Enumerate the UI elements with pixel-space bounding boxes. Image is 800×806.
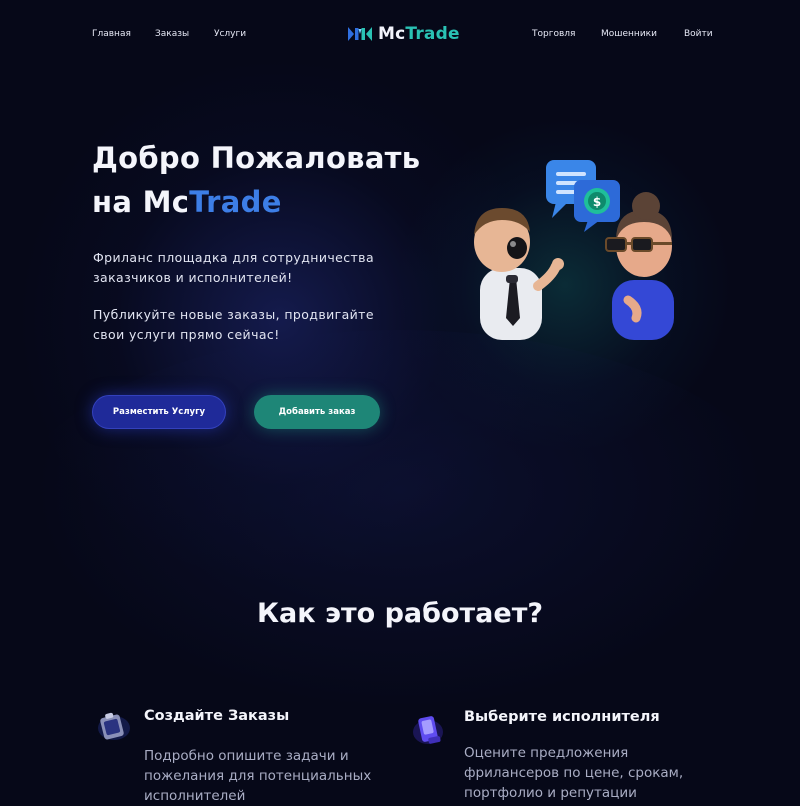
nav-link-scammers[interactable]: Мошенники xyxy=(601,29,657,39)
feature-title-create-orders: Создайте Заказы xyxy=(144,708,290,724)
nav-link-home[interactable]: Главная xyxy=(92,29,131,39)
hero-title-line1: Добро Пожаловать xyxy=(92,141,421,175)
logo-text: McTrade xyxy=(378,24,460,44)
how-it-works-title: Как это работает? xyxy=(256,598,544,629)
hero-title-line2-prefix: на Mc xyxy=(92,185,190,219)
nav-link-services[interactable]: Услуги xyxy=(214,29,246,39)
document-icon xyxy=(413,716,443,744)
hero-title: Добро Пожаловать на McTrade xyxy=(92,136,420,224)
svg-text:$: $ xyxy=(593,195,601,209)
top-navigation: Главная Заказы Услуги McTrade Торговля М… xyxy=(0,0,800,70)
add-order-button[interactable]: Добавить заказ xyxy=(254,395,380,429)
nav-link-login[interactable]: Войти xyxy=(684,29,713,39)
hero-title-line2-accent: Trade xyxy=(189,185,282,219)
nav-link-orders[interactable]: Заказы xyxy=(155,29,189,39)
feature-desc-choose-performer: Оцените предложения фрилансеров по цене,… xyxy=(464,745,684,801)
hero-description-2: Публикуйте новые заказы, продвигайте свои… xyxy=(93,307,374,342)
post-service-button[interactable]: Разместить Услугу xyxy=(92,395,226,429)
mctrade-logo[interactable]: McTrade xyxy=(347,24,460,44)
feature-desc-create-orders: Подробно опишите задачи и пожелания для … xyxy=(144,748,372,804)
background-glow-bottom xyxy=(0,330,800,730)
hero-description-1: Фриланс площадка для сотрудничества заказ… xyxy=(93,250,375,285)
payment-bubble-icon: $ xyxy=(574,180,620,232)
logo-mark-icon xyxy=(348,27,372,41)
nav-link-trading[interactable]: Торговля xyxy=(532,29,575,39)
hero-illustration: $ xyxy=(474,160,674,340)
feature-title-choose-performer: Выберите исполнителя xyxy=(464,709,660,725)
clipboard-icon xyxy=(98,712,130,740)
man-character xyxy=(474,208,564,340)
